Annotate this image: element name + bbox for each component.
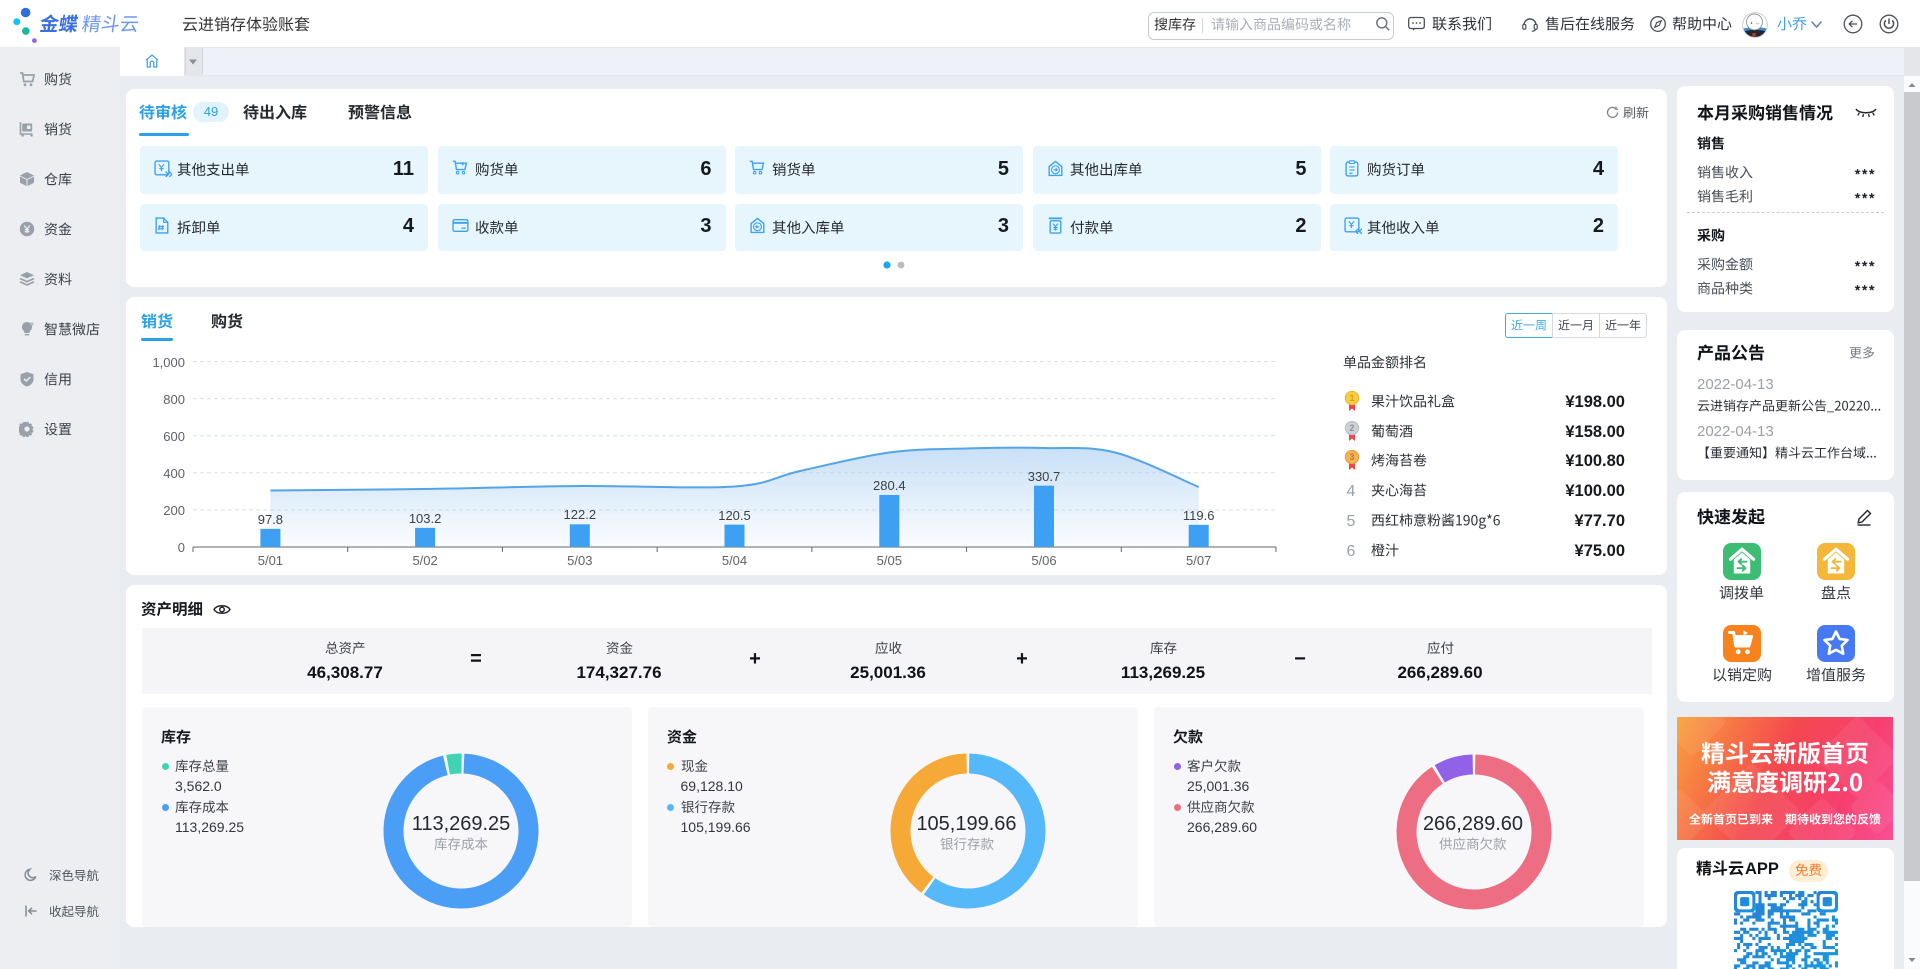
svg-text:3: 3: [1349, 452, 1354, 462]
svg-text:1: 1: [1349, 393, 1354, 403]
svg-text:2: 2: [1349, 423, 1354, 433]
